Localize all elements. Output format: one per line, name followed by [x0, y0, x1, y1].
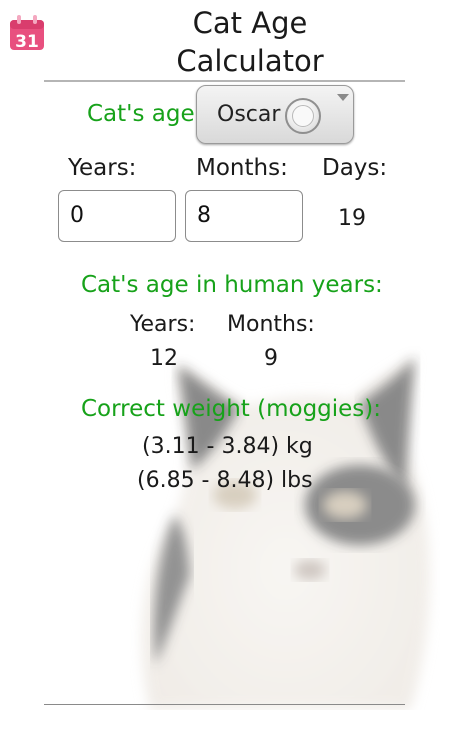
weight-heading: Correct weight (moggies):	[81, 396, 382, 422]
calendar-icon[interactable]: 31	[8, 14, 46, 52]
human-years-value: 12	[150, 346, 178, 371]
human-months-value: 9	[264, 346, 278, 371]
cat-selector-value: Oscar	[217, 102, 281, 127]
days-label: Days:	[322, 155, 388, 181]
human-years-heading: Cat's age in human years:	[81, 272, 383, 298]
bottom-divider	[44, 704, 405, 705]
title-line-1: Cat Age	[192, 6, 308, 40]
title-line-2: Calculator	[176, 44, 324, 78]
weight-lbs-range: (6.85 - 8.48) lbs	[137, 468, 313, 493]
page-title: Cat Age Calculator	[125, 4, 375, 80]
years-label: Years:	[68, 155, 137, 181]
cats-age-label: Cat's age:	[87, 101, 203, 127]
title-divider	[44, 80, 405, 82]
cat-selector-spinner[interactable]: Oscar	[196, 85, 354, 144]
radio-button-icon	[285, 98, 321, 134]
weight-kg-range: (3.11 - 3.84) kg	[142, 434, 313, 459]
months-label: Months:	[196, 155, 288, 181]
days-value: 19	[338, 206, 366, 231]
calendar-day: 31	[15, 32, 39, 52]
human-months-label: Months:	[227, 312, 315, 337]
dropdown-arrow-icon	[337, 94, 349, 101]
human-years-label: Years:	[130, 312, 196, 337]
months-input[interactable]: 8	[185, 190, 303, 242]
years-input[interactable]: 0	[58, 190, 176, 242]
